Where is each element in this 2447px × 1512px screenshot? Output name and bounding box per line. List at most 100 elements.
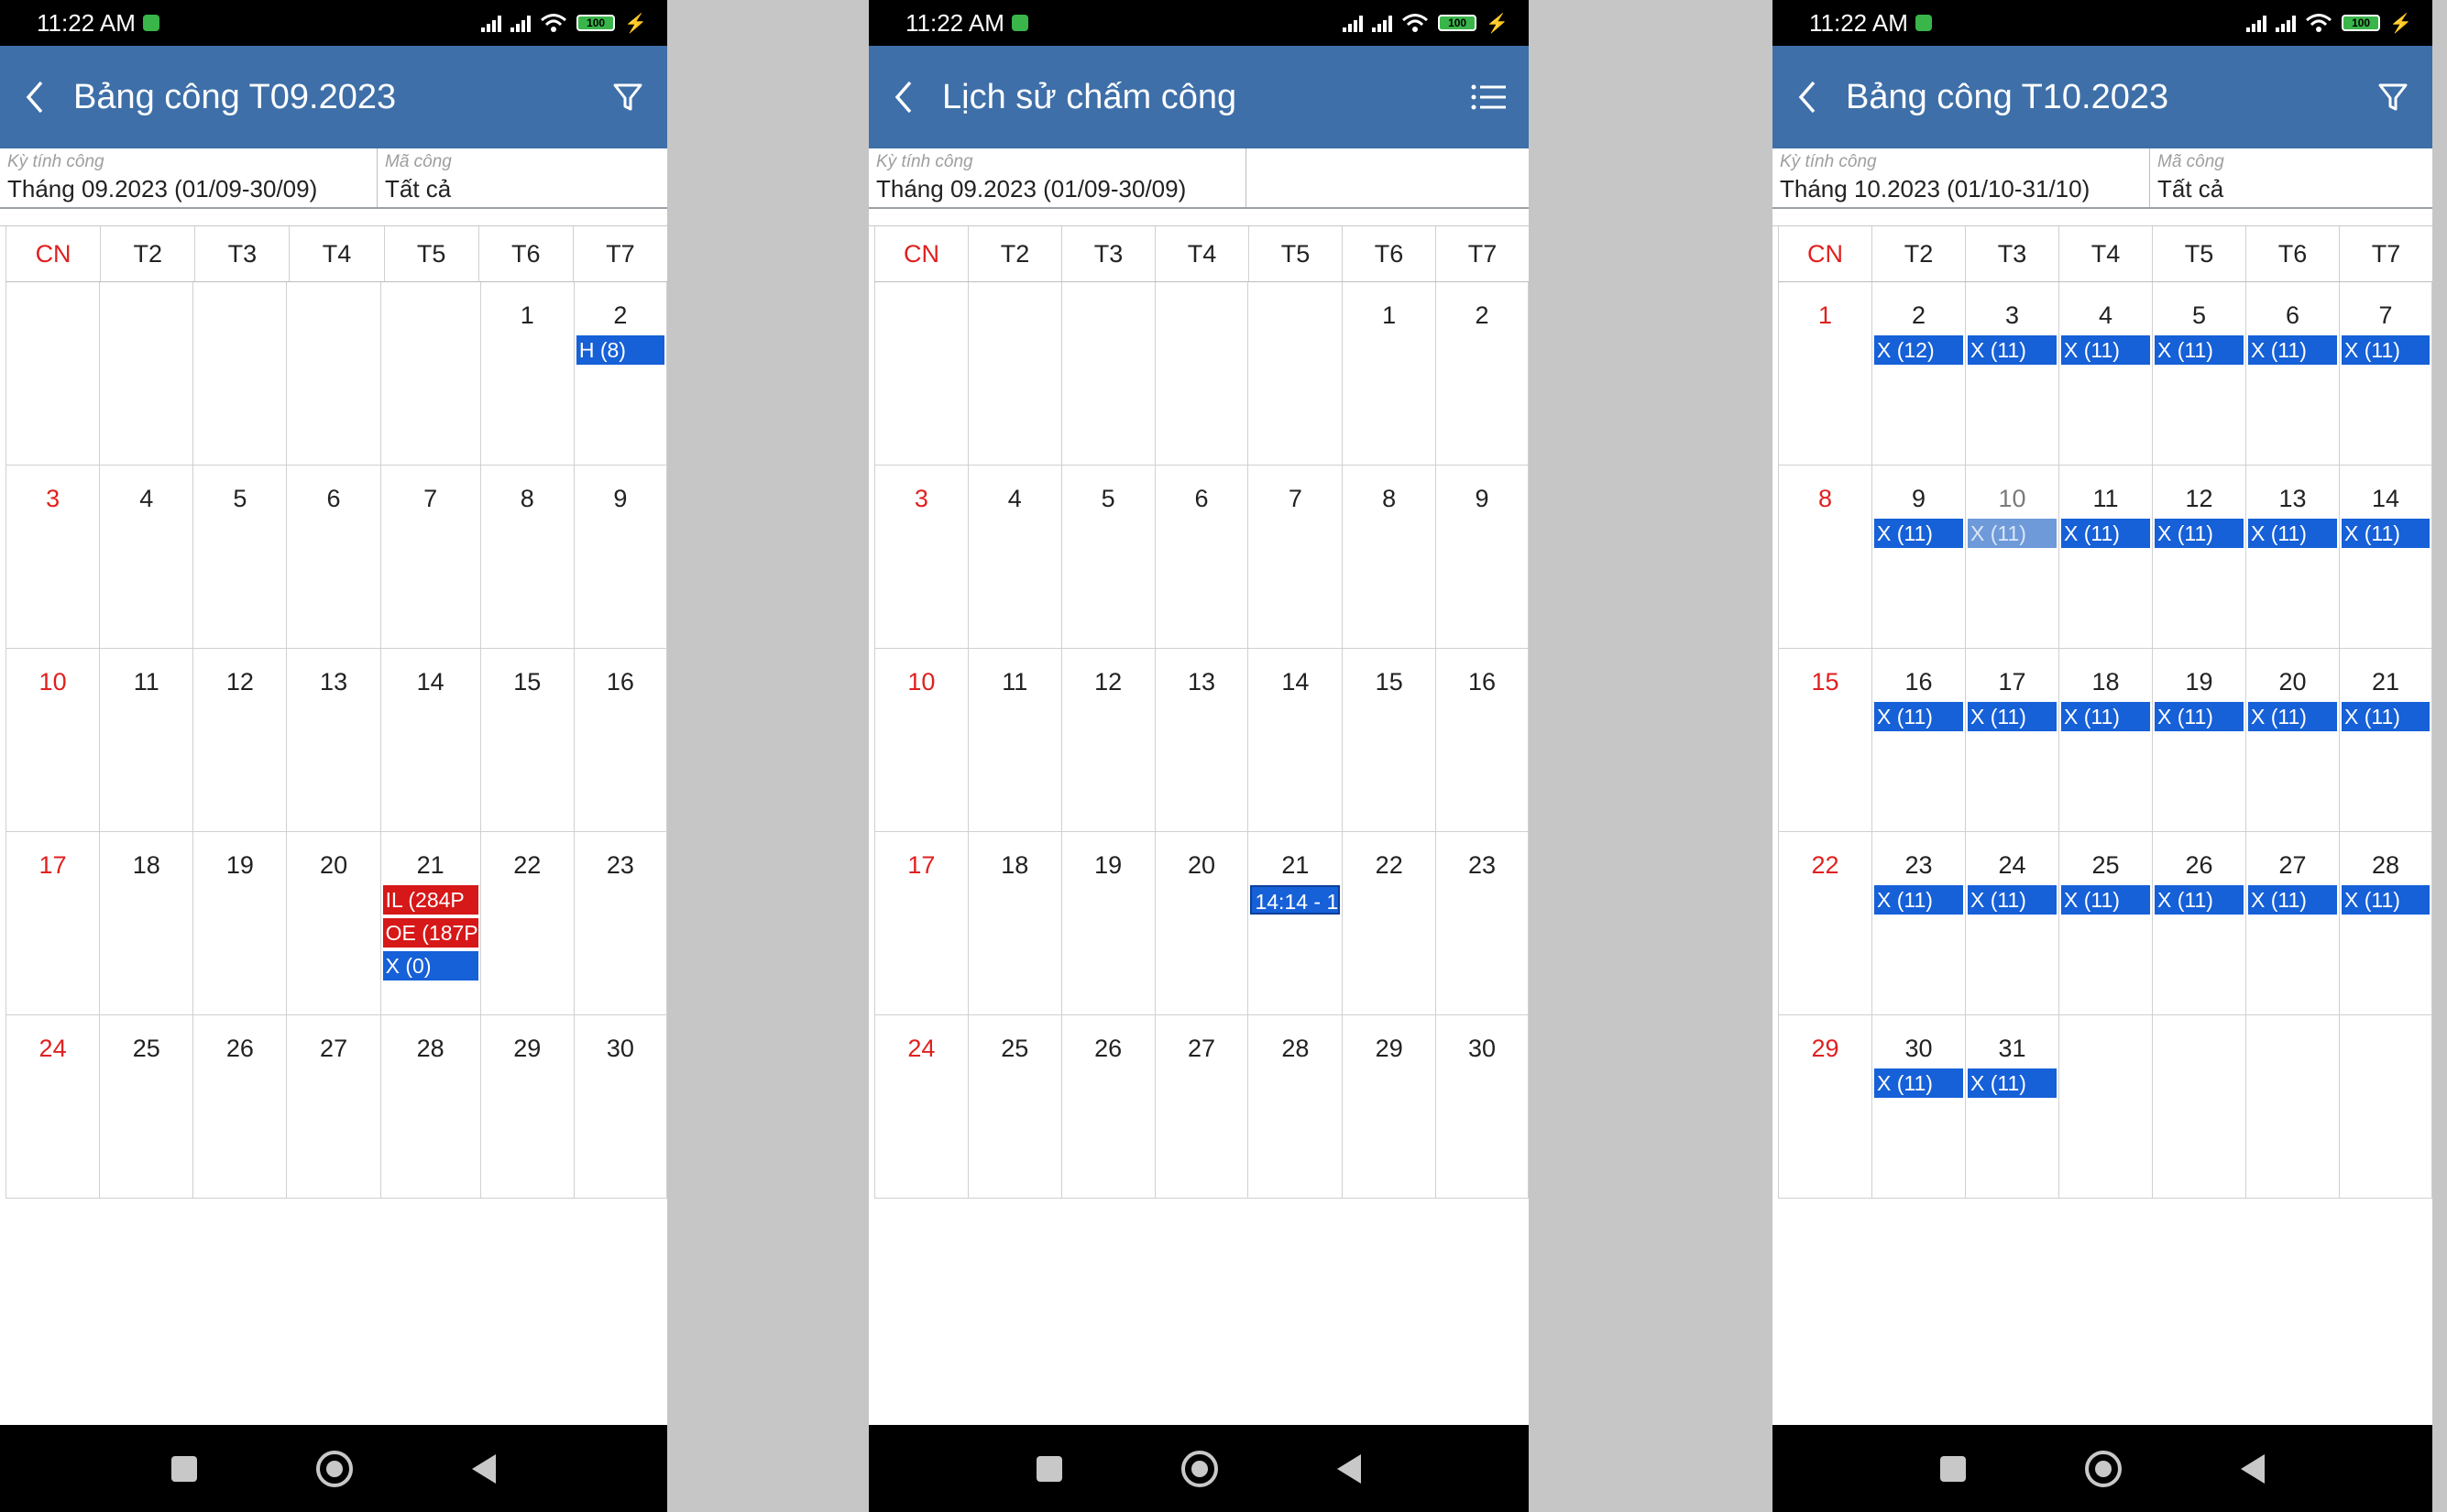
back-arrow-icon[interactable]: [1789, 79, 1826, 115]
day-cell[interactable]: 10 X (11): [1965, 466, 2058, 649]
day-cell[interactable]: 19: [1060, 832, 1155, 1015]
attendance-event[interactable]: IL (284P: [382, 885, 478, 915]
day-cell[interactable]: 9: [1435, 466, 1529, 649]
code-field[interactable]: Mã công Tất cả: [378, 148, 667, 207]
day-cell[interactable]: 1: [1778, 282, 1871, 466]
day-cell[interactable]: 15: [479, 649, 574, 832]
day-cell[interactable]: 14: [1247, 649, 1343, 832]
day-cell[interactable]: 11: [967, 649, 1061, 832]
day-cell[interactable]: 22: [1778, 832, 1871, 1015]
day-cell[interactable]: 12: [1060, 649, 1155, 832]
attendance-event[interactable]: X (11): [2061, 885, 2150, 915]
day-cell[interactable]: 13: [1154, 649, 1248, 832]
attendance-event[interactable]: X (11): [2248, 519, 2337, 548]
day-cell[interactable]: 14 X (11): [2339, 466, 2432, 649]
day-cell[interactable]: 4: [99, 466, 193, 649]
day-cell[interactable]: 14: [379, 649, 480, 832]
day-cell[interactable]: 19: [192, 832, 287, 1015]
day-cell[interactable]: 17: [5, 832, 100, 1015]
day-cell[interactable]: 21 IL (284P OE (187P X (0): [379, 832, 480, 1015]
day-cell[interactable]: 12 X (11): [2152, 466, 2245, 649]
day-cell[interactable]: 18: [99, 832, 193, 1015]
day-cell[interactable]: 8: [479, 466, 574, 649]
day-cell[interactable]: 23: [573, 832, 667, 1015]
day-cell[interactable]: 30: [573, 1015, 667, 1199]
recent-apps-icon[interactable]: [1037, 1455, 1062, 1482]
day-cell[interactable]: 7: [1247, 466, 1343, 649]
day-cell[interactable]: 23 X (11): [1871, 832, 1965, 1015]
attendance-event[interactable]: X (11): [2155, 885, 2244, 915]
attendance-event[interactable]: X (11): [2342, 519, 2430, 548]
day-cell[interactable]: 22: [479, 832, 574, 1015]
day-cell[interactable]: 11 X (11): [2058, 466, 2152, 649]
day-cell[interactable]: 22: [1342, 832, 1436, 1015]
day-cell[interactable]: 9: [573, 466, 667, 649]
day-cell[interactable]: 23: [1435, 832, 1529, 1015]
attendance-event[interactable]: X (11): [2248, 702, 2337, 731]
attendance-event[interactable]: X (11): [2155, 335, 2244, 365]
attendance-event[interactable]: X (11): [1968, 519, 2057, 548]
attendance-event[interactable]: X (11): [1874, 702, 1963, 731]
back-arrow-icon[interactable]: [885, 79, 922, 115]
day-cell[interactable]: 24: [874, 1015, 968, 1199]
day-cell[interactable]: 18 X (11): [2058, 649, 2152, 832]
day-cell[interactable]: 15: [1342, 649, 1436, 832]
day-cell[interactable]: 30 X (11): [1871, 1015, 1965, 1199]
attendance-event[interactable]: X (11): [2155, 702, 2244, 731]
code-field[interactable]: [1246, 148, 1529, 207]
day-cell[interactable]: 3: [874, 466, 968, 649]
day-cell[interactable]: 9 X (11): [1871, 466, 1965, 649]
day-cell[interactable]: 27 X (11): [2245, 832, 2339, 1015]
day-cell[interactable]: 7: [379, 466, 480, 649]
home-icon[interactable]: [1181, 1450, 1218, 1487]
day-cell[interactable]: 15: [1778, 649, 1871, 832]
day-cell[interactable]: 21 X (11): [2339, 649, 2432, 832]
day-cell[interactable]: 20: [1154, 832, 1248, 1015]
day-cell[interactable]: 29: [1778, 1015, 1871, 1199]
day-cell[interactable]: 3: [5, 466, 100, 649]
attendance-event[interactable]: X (11): [1968, 1068, 2057, 1098]
day-cell[interactable]: 6: [286, 466, 380, 649]
day-cell[interactable]: 8: [1342, 466, 1436, 649]
attendance-event[interactable]: H (8): [576, 335, 664, 365]
attendance-event[interactable]: X (0): [382, 951, 478, 981]
day-cell[interactable]: 25: [99, 1015, 193, 1199]
attendance-event[interactable]: X (11): [2155, 519, 2244, 548]
day-cell[interactable]: 27: [286, 1015, 380, 1199]
attendance-event[interactable]: X (11): [2061, 702, 2150, 731]
day-cell[interactable]: 30: [1435, 1015, 1529, 1199]
day-cell[interactable]: 25: [967, 1015, 1061, 1199]
day-cell[interactable]: 24 X (11): [1965, 832, 2058, 1015]
day-cell[interactable]: 5 X (11): [2152, 282, 2245, 466]
day-cell[interactable]: 17: [874, 832, 968, 1015]
attendance-event[interactable]: X (11): [2342, 335, 2430, 365]
day-cell[interactable]: 16: [1435, 649, 1529, 832]
attendance-event[interactable]: X (11): [1968, 885, 2057, 915]
attendance-event[interactable]: X (11): [2342, 702, 2430, 731]
day-cell[interactable]: 2 X (12): [1871, 282, 1965, 466]
day-cell[interactable]: 26: [192, 1015, 287, 1199]
day-cell[interactable]: 13: [286, 649, 380, 832]
attendance-event[interactable]: X (11): [2248, 885, 2337, 915]
attendance-event[interactable]: X (11): [1874, 519, 1963, 548]
day-cell[interactable]: 4: [967, 466, 1061, 649]
attendance-event[interactable]: X (11): [1874, 885, 1963, 915]
day-cell[interactable]: 24: [5, 1015, 100, 1199]
day-cell[interactable]: 25 X (11): [2058, 832, 2152, 1015]
day-cell[interactable]: 12: [192, 649, 287, 832]
filter-icon[interactable]: [2372, 76, 2414, 118]
day-cell[interactable]: 21 14:14 - 1: [1247, 832, 1343, 1015]
day-cell[interactable]: 16 X (11): [1871, 649, 1965, 832]
day-cell[interactable]: 17 X (11): [1965, 649, 2058, 832]
day-cell[interactable]: 4 X (11): [2058, 282, 2152, 466]
day-cell[interactable]: 1: [479, 282, 574, 466]
home-icon[interactable]: [2085, 1450, 2122, 1487]
day-cell[interactable]: 13 X (11): [2245, 466, 2339, 649]
day-cell[interactable]: 20 X (11): [2245, 649, 2339, 832]
day-cell[interactable]: 28: [379, 1015, 480, 1199]
day-cell[interactable]: 29: [479, 1015, 574, 1199]
day-cell[interactable]: 1: [1342, 282, 1436, 466]
recent-apps-icon[interactable]: [1940, 1455, 1966, 1482]
day-cell[interactable]: 16: [573, 649, 667, 832]
attendance-event[interactable]: X (11): [1968, 702, 2057, 731]
